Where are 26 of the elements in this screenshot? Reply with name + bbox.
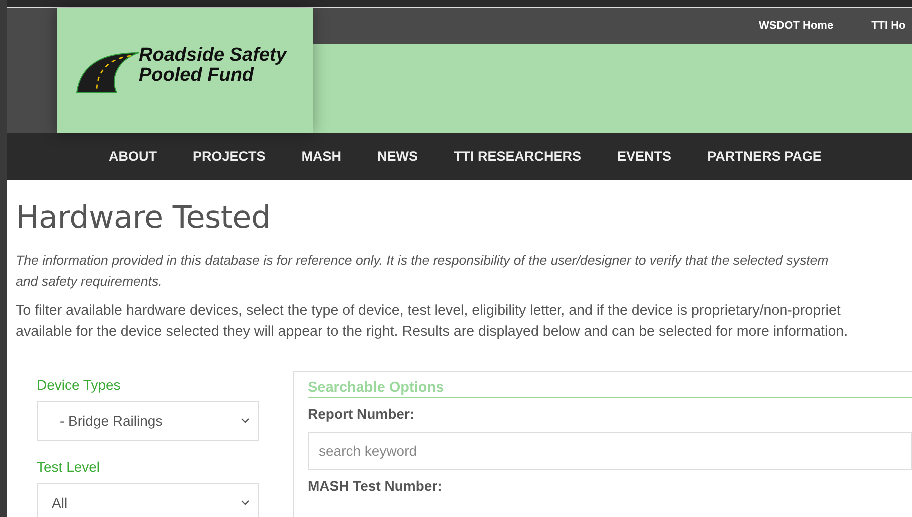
field-label: MASH Test Number: — [308, 478, 444, 494]
nav-link[interactable]: EVENTS — [618, 149, 672, 164]
page-title: Hardware Tested — [16, 200, 272, 236]
nav-link[interactable]: ABOUT — [109, 149, 157, 164]
road-logo-icon — [75, 50, 141, 94]
chevron-down-icon — [241, 418, 250, 424]
nav-link[interactable]: NEWS — [378, 149, 418, 164]
nav-link[interactable]: TTI RESEARCHERS — [454, 149, 582, 164]
top-link[interactable]: TTI Ho — [872, 20, 906, 32]
filter-label: Test Level — [37, 459, 102, 475]
disclaimer-text: The information provided in this database is for reference only. It is the responsibility of the user/designer to verify that the selected system and safety requirements. — [16, 252, 830, 291]
dropdown[interactable]: All — [37, 483, 259, 517]
nav-link[interactable]: PARTNERS PAGE — [708, 149, 822, 164]
section-title: Searchable Options — [308, 380, 912, 398]
nav-link[interactable]: PROJECTS — [193, 149, 266, 164]
logo-text: Roadside Safety — [139, 46, 287, 66]
search-field[interactable]: search keyword — [308, 432, 912, 470]
field-label: Report Number: — [308, 406, 416, 422]
logo-panel[interactable]: Roadside Safety Pooled Fund — [57, 8, 313, 133]
chevron-down-icon — [241, 500, 250, 506]
logo-text: Pooled Fund — [139, 66, 254, 86]
nav-link[interactable]: MASH — [302, 149, 342, 164]
filter-label: Device Types — [37, 377, 122, 393]
dropdown[interactable]: - Bridge Railings — [37, 401, 259, 441]
instructions-text: To filter available hardware devices, select the type of device, test level, eligibility letter, and if the device is proprietary/non-propriet available for the device selected they will appear to the right. Results are displayed below and can be selected for more information. — [16, 302, 850, 342]
top-link[interactable]: WSDOT Home — [759, 20, 834, 32]
